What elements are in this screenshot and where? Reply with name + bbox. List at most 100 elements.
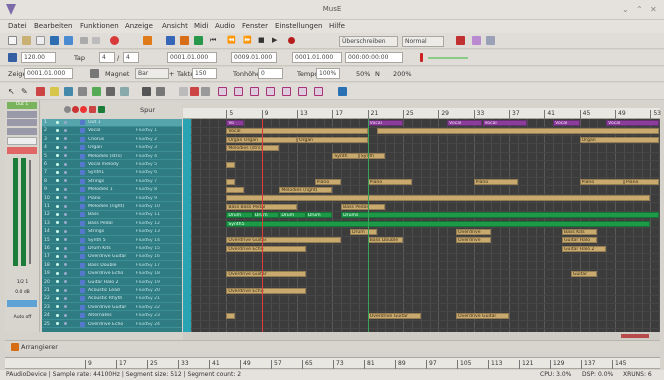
- midi-part[interactable]: [226, 161, 236, 168]
- midi-part[interactable]: [226, 187, 244, 193]
- pianoroll-icon[interactable]: [190, 87, 199, 96]
- track-port[interactable]: FluidSy 6: [136, 170, 180, 175]
- solo-icon[interactable]: [64, 212, 67, 216]
- track-name[interactable]: Synth1: [88, 170, 134, 175]
- glue-tool-icon[interactable]: [64, 87, 73, 96]
- midi-input-icon[interactable]: [180, 36, 189, 45]
- track-port[interactable]: FluidSy 22: [136, 305, 180, 310]
- left-marker-line[interactable]: [261, 119, 263, 332]
- right-marker-field[interactable]: 0001.01.000: [292, 52, 342, 63]
- track-port[interactable]: FluidSy 8: [136, 187, 180, 192]
- track-row[interactable]: 14 Strings FluidSy 13: [42, 228, 182, 236]
- mute-icon[interactable]: [56, 145, 59, 149]
- scroll-thumb[interactable]: [621, 334, 649, 338]
- midi-part[interactable]: [376, 128, 660, 135]
- solo-icon[interactable]: [64, 271, 67, 275]
- transport-window-icon[interactable]: [298, 87, 307, 96]
- track-name[interactable]: Acoustic Lead: [88, 288, 134, 293]
- midi-part[interactable]: Vocal: [606, 119, 660, 126]
- track-port[interactable]: FluidSy 3: [136, 145, 180, 150]
- track-port[interactable]: FluidSy 23: [136, 313, 180, 318]
- stop-icon[interactable]: ■: [258, 36, 265, 44]
- loop-icon[interactable]: [194, 36, 203, 45]
- midi-part[interactable]: Organ: [297, 136, 368, 143]
- midi-part[interactable]: Drums: [341, 212, 660, 219]
- solo-icon[interactable]: [64, 170, 67, 174]
- mute-icon[interactable]: [56, 263, 59, 267]
- mute-icon[interactable]: [56, 120, 59, 124]
- track-port[interactable]: FluidSy 17: [136, 263, 180, 268]
- track-name[interactable]: Bass: [88, 212, 134, 217]
- record-mode-select[interactable]: Überschreiben: [339, 36, 398, 47]
- solo-icon[interactable]: [64, 305, 67, 309]
- mute-icon[interactable]: [56, 154, 59, 158]
- track-row[interactable]: 12 Bass FluidSy 11: [42, 211, 182, 219]
- sync-icon[interactable]: [486, 36, 495, 45]
- position-bbt-field[interactable]: 0001.01.000: [167, 52, 217, 63]
- track-port[interactable]: FluidSy 24: [136, 322, 180, 327]
- track-name[interactable]: Overdrive Echo: [88, 322, 134, 327]
- track-port[interactable]: FluidSy 10: [136, 204, 180, 209]
- magnet-select[interactable]: Bar: [135, 68, 169, 79]
- track-name[interactable]: Melodies (right): [88, 204, 134, 209]
- menu-audio[interactable]: Audio: [215, 22, 235, 30]
- track-name[interactable]: Bass Double: [88, 263, 134, 268]
- midi-part[interactable]: Guitar: [570, 271, 598, 277]
- track-row[interactable]: 11 Melodies (right) FluidSy 10: [42, 203, 182, 211]
- metronome-icon[interactable]: [143, 36, 152, 45]
- smpte-time-field[interactable]: 000:00:00:00: [345, 52, 403, 63]
- midi-part[interactable]: [226, 178, 236, 185]
- punch-out-icon[interactable]: [472, 36, 481, 45]
- left-marker-field[interactable]: 0009.01.000: [231, 52, 277, 63]
- mute-icon[interactable]: [56, 170, 59, 174]
- midi-part[interactable]: Vocal: [482, 119, 527, 126]
- tonhoehe-field[interactable]: 0: [258, 68, 283, 79]
- score-view-icon[interactable]: [179, 87, 188, 96]
- mute-icon[interactable]: [56, 137, 59, 141]
- tap-button[interactable]: Tap: [74, 54, 85, 62]
- track-row[interactable]: 1 Out 1: [42, 119, 182, 127]
- rewind-to-start-icon[interactable]: ⏮: [210, 36, 216, 45]
- track-row[interactable]: 24 Alternates FluidSy 23: [42, 312, 182, 320]
- track-row[interactable]: 2 Vocal FluidSy 1: [42, 127, 182, 135]
- midi-part[interactable]: Bass Double: [367, 237, 403, 244]
- track-port[interactable]: FluidSy 5: [136, 162, 180, 167]
- track-port[interactable]: FluidSy 14: [136, 238, 180, 243]
- track-row[interactable]: 5 Melodies (strs) FluidSy 4: [42, 153, 182, 161]
- open-file-icon[interactable]: [22, 36, 31, 45]
- track-port[interactable]: FluidSy 2: [136, 137, 180, 142]
- solo-icon[interactable]: [64, 128, 67, 132]
- strip-channel-bar[interactable]: [7, 111, 37, 118]
- mute-icon[interactable]: [56, 288, 59, 292]
- midi-part[interactable]: Piano: [623, 178, 660, 185]
- solo-icon[interactable]: [64, 322, 67, 326]
- solo-icon[interactable]: [64, 221, 67, 225]
- solo-icon[interactable]: [64, 263, 67, 267]
- track-port[interactable]: FluidSy 15: [136, 246, 180, 251]
- mute-icon[interactable]: [56, 179, 59, 183]
- mute-icon[interactable]: [56, 322, 59, 326]
- cursor-position-field[interactable]: 0001.01.000: [24, 68, 73, 79]
- track-row[interactable]: 9 Melodies 1 FluidSy 8: [42, 186, 182, 194]
- midi-part[interactable]: Drum: [226, 212, 253, 219]
- midi-part[interactable]: Drum: [350, 229, 377, 235]
- strip-auto-label[interactable]: Auto off: [5, 315, 40, 320]
- menu-hilfe[interactable]: Hilfe: [329, 22, 345, 30]
- track-name[interactable]: Vocal melody: [88, 162, 134, 167]
- undo-icon[interactable]: [80, 37, 88, 44]
- midi-part[interactable]: Synth: [332, 153, 359, 160]
- marker-editor-icon[interactable]: [266, 87, 275, 96]
- track-port[interactable]: FluidSy 18: [136, 271, 180, 276]
- track-row[interactable]: 15 Synth 5 FluidSy 14: [42, 237, 182, 245]
- track-name[interactable]: Strings: [88, 229, 134, 234]
- midi-part[interactable]: Overdrive Guitar: [226, 237, 342, 244]
- bigtime-icon[interactable]: [314, 87, 323, 96]
- signature-numerator[interactable]: 4: [99, 52, 115, 63]
- midi-part[interactable]: Bass Kits: [562, 229, 598, 235]
- tab-arrangierer[interactable]: Arrangierer: [21, 343, 58, 351]
- mute-icon[interactable]: [56, 296, 59, 300]
- solo-icon[interactable]: [64, 120, 67, 124]
- track-name[interactable]: Chorus: [88, 137, 134, 142]
- menu-einstellungen[interactable]: Einstellungen: [275, 22, 322, 30]
- midi-part[interactable]: Vocal: [226, 128, 368, 135]
